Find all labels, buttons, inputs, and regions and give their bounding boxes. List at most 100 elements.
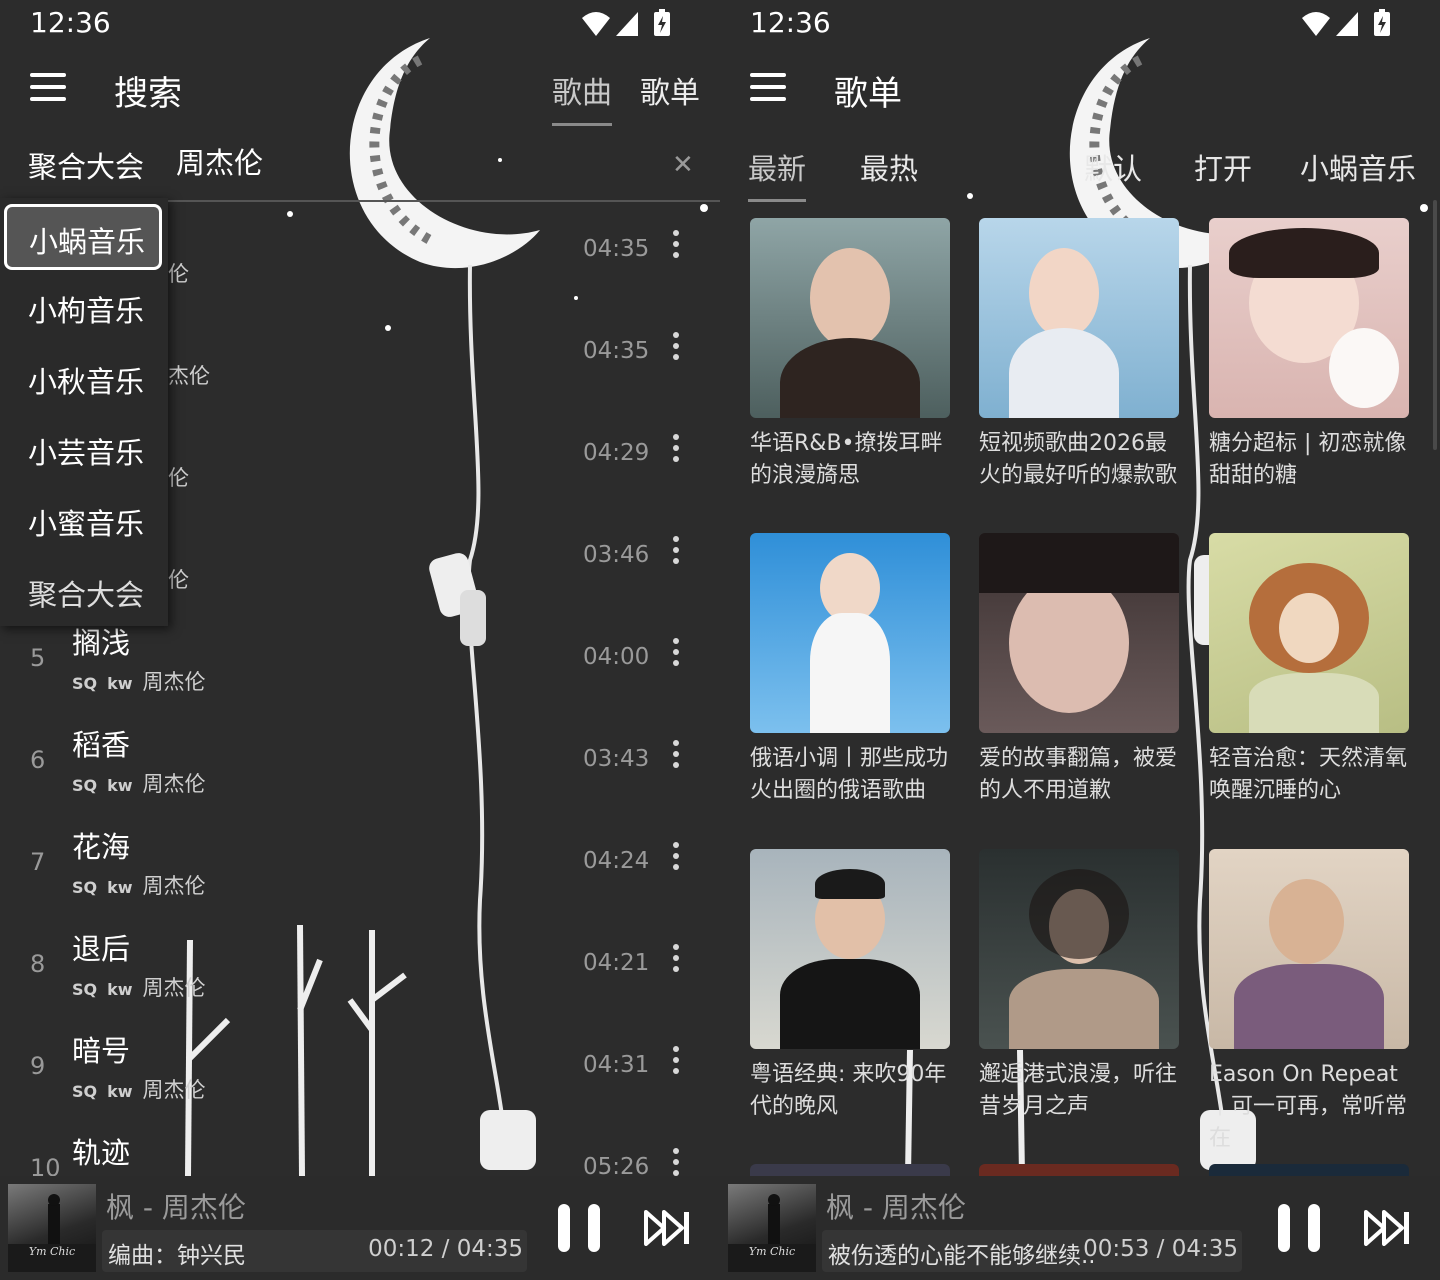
song-title: 暗号 <box>72 1034 131 1068</box>
song-index: 10 <box>30 1154 61 1176</box>
song-duration: 05:26 <box>583 1154 650 1176</box>
playlist-title: 轻音治愈：天然清氧唤醒沉睡的心 <box>1209 746 1408 803</box>
playlist-card[interactable]: Eason On Repeat｜可一可再，常听常在 <box>1209 849 1409 1151</box>
playlist-card-partial[interactable] <box>750 1164 950 1176</box>
more-icon[interactable] <box>664 1046 688 1086</box>
song-row[interactable]: 7 花海 SQ kw 周杰伦 04:24 <box>0 814 720 916</box>
menu-icon[interactable] <box>30 73 66 103</box>
playlist-card[interactable]: 华语R&B•撩拨耳畔的浪漫旖思 <box>750 218 950 518</box>
song-index: 7 <box>30 848 46 876</box>
playlist-cover[interactable] <box>1209 533 1409 733</box>
playlist-card[interactable]: 爱的故事翻篇，被爱的人不用道歉 <box>979 533 1179 833</box>
play-time: 00:12 / 04:35 <box>368 1236 523 1262</box>
tab-hottest[interactable]: 最热 <box>860 146 918 188</box>
more-icon[interactable] <box>664 1148 688 1176</box>
song-row[interactable]: 6 稻香 SQ kw 周杰伦 03:43 <box>0 712 720 814</box>
song-index: 8 <box>30 950 46 978</box>
song-row[interactable]: 10 轨迹 05:26 <box>0 1120 720 1176</box>
menu-icon[interactable] <box>750 73 786 103</box>
mini-player[interactable]: Ym Chic 枫 - 周杰伦 编曲：钟兴民 00:12 / 04:35 <box>0 1176 720 1280</box>
song-title: 轨迹 <box>72 1136 131 1170</box>
pause-button[interactable] <box>556 1204 604 1252</box>
dropdown-item-xiaoqiu[interactable]: 小秋音乐 <box>0 343 168 413</box>
dropdown-item-xiaogou[interactable]: 小枸音乐 <box>0 272 168 342</box>
signal-battery-icons <box>582 9 670 36</box>
app-bar: 歌单 <box>720 58 1440 118</box>
dropdown-item-juhe[interactable]: 聚合大会 <box>0 556 168 626</box>
playlist-screen: 12:36 歌单 最新 最热 默认 打开 小蜗音乐 华语R&B•撩拨耳畔的浪漫旖… <box>720 0 1440 1280</box>
more-icon[interactable] <box>664 230 688 270</box>
source-selector[interactable]: 聚合大会 <box>28 144 144 186</box>
tab-source[interactable]: 小蜗音乐 <box>1300 146 1416 188</box>
more-icon[interactable] <box>664 740 688 780</box>
song-duration: 04:00 <box>583 644 650 670</box>
song-duration: 04:35 <box>583 236 650 262</box>
song-duration: 03:43 <box>583 746 650 772</box>
playlist-card[interactable]: 糖分超标 | 初恋就像甜甜的糖 <box>1209 218 1409 518</box>
song-index: 6 <box>30 746 46 774</box>
song-meta: SQ kw 周杰伦 <box>72 772 206 796</box>
clear-icon[interactable]: ✕ <box>672 150 694 180</box>
tab-songs[interactable]: 歌曲 <box>552 68 612 126</box>
tab-latest[interactable]: 最新 <box>748 146 807 202</box>
next-icon[interactable] <box>644 1210 692 1246</box>
more-icon[interactable] <box>664 944 688 984</box>
more-icon[interactable] <box>664 434 688 474</box>
now-playing-title: 枫 - 周杰伦 <box>106 1191 246 1224</box>
status-time: 12:36 <box>750 6 831 39</box>
more-icon[interactable] <box>664 842 688 882</box>
song-row[interactable]: 8 退后 SQ kw 周杰伦 04:21 <box>0 916 720 1018</box>
mini-player[interactable]: Ym Chic 枫 - 周杰伦 被伤透的心能不能够继续... 00:53 / 0… <box>720 1176 1440 1280</box>
search-bar: 聚合大会 ✕ <box>0 130 720 202</box>
scrollbar[interactable] <box>1433 200 1437 450</box>
song-row[interactable]: 9 暗号 SQ kw 周杰伦 04:31 <box>0 1018 720 1120</box>
playlist-title: 爱的故事翻篇，被爱的人不用道歉 <box>979 746 1178 803</box>
dropdown-item-xiaowo[interactable]: 小蜗音乐 <box>4 204 162 270</box>
tab-open[interactable]: 打开 <box>1194 146 1252 188</box>
tab-default[interactable]: 默认 <box>1084 146 1142 188</box>
status-bar: 12:36 <box>0 0 720 48</box>
song-meta: SQ kw 周杰伦 <box>72 670 206 694</box>
search-screen: 12:36 搜索 歌曲 歌单 聚合大会 ✕ 伦 04:35 杰伦 04:35 伦… <box>0 0 720 1280</box>
lyric-text: 编曲：钟兴民 <box>108 1243 246 1269</box>
playlist-card-partial[interactable] <box>1209 1164 1409 1176</box>
status-time: 12:36 <box>30 6 111 39</box>
more-icon[interactable] <box>664 638 688 678</box>
playlist-cover[interactable] <box>1209 849 1409 1049</box>
next-icon[interactable] <box>1364 1210 1412 1246</box>
search-input[interactable] <box>176 144 636 178</box>
playlist-card[interactable]: 短视频歌曲2026最火的最好听的爆款歌 <box>979 218 1179 518</box>
playlist-card[interactable]: 邂逅港式浪漫，听往昔岁月之声 <box>979 849 1179 1149</box>
playlist-cover[interactable] <box>1209 218 1409 418</box>
song-artist-fragment: 伦 <box>168 466 189 490</box>
more-icon[interactable] <box>664 332 688 372</box>
playlist-cover[interactable] <box>979 218 1179 418</box>
playlist-title: Eason On Repeat｜可一可再，常听常在 <box>1209 1062 1408 1151</box>
lyric-bar: 被伤透的心能不能够继续... 00:53 / 04:35 <box>822 1230 1242 1272</box>
playlist-card[interactable]: 俄语小调丨那些成功火出圈的俄语歌曲 <box>750 533 950 833</box>
playlist-cover[interactable] <box>750 849 950 1049</box>
playlist-cover[interactable] <box>979 533 1179 733</box>
album-cover[interactable]: Ym Chic <box>8 1184 96 1272</box>
playlist-card-partial[interactable] <box>979 1164 1179 1176</box>
dropdown-item-xiaomi[interactable]: 小蜜音乐 <box>0 485 168 555</box>
playlist-cover[interactable] <box>750 533 950 733</box>
dropdown-item-xiaoyun[interactable]: 小芸音乐 <box>0 414 168 484</box>
song-title: 退后 <box>72 932 131 966</box>
more-icon[interactable] <box>664 536 688 576</box>
tab-playlists[interactable]: 歌单 <box>640 68 700 112</box>
page-title: 歌单 <box>834 74 902 114</box>
playlist-title: 糖分超标 | 初恋就像甜甜的糖 <box>1209 431 1407 488</box>
song-index: 9 <box>30 1052 46 1080</box>
pause-button[interactable] <box>1276 1204 1324 1252</box>
song-duration: 04:31 <box>583 1052 650 1078</box>
playlist-cover[interactable] <box>979 849 1179 1049</box>
source-dropdown: 小蜗音乐 小枸音乐 小秋音乐 小芸音乐 小蜜音乐 聚合大会 <box>0 198 168 626</box>
song-artist-fragment: 杰伦 <box>168 364 210 388</box>
playlist-card[interactable]: 粤语经典: 来吹90年代的晚风 <box>750 849 950 1149</box>
playlist-card[interactable]: 轻音治愈：天然清氧唤醒沉睡的心 <box>1209 533 1409 833</box>
song-artist-fragment: 伦 <box>168 262 189 286</box>
album-cover[interactable]: Ym Chic <box>728 1184 816 1272</box>
playlist-cover[interactable] <box>750 218 950 418</box>
song-title: 稻香 <box>72 728 131 762</box>
